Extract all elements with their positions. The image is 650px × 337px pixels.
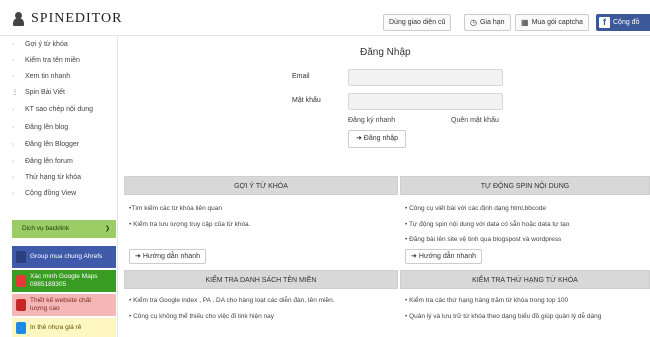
sidebar-item-post-blogger[interactable]: › Đăng lên Blogger [0, 138, 118, 152]
register-link[interactable]: Đăng ký nhanh [348, 117, 395, 124]
domain-bullet-2: • Công cụ không thể thiếu cho việc đi li… [129, 313, 275, 320]
buy-captcha-label: Mua gói captcha [531, 19, 583, 26]
keyword-bullet-1: •Tìm kiếm các từ khóa liên quan [129, 205, 222, 212]
sidebar-item-post-forum[interactable]: › Đăng lên forum [0, 155, 118, 169]
password-field[interactable] [348, 93, 503, 110]
logo-person-icon [12, 12, 25, 26]
login-button-label: Đăng nhập [363, 135, 399, 142]
ad-backlink-service[interactable]: Dịch vụ backlink ❯ [12, 220, 116, 238]
sidebar-item-label: Thứ hạng từ khóa [25, 174, 82, 181]
panel-domain-header: KIỂM TRA DANH SÁCH TÊN MIỀN [124, 270, 398, 289]
ad-web-line1: Thiết kế website chất [30, 297, 92, 304]
sidebar-item-quick-news[interactable]: › Xem tin nhanh [0, 70, 118, 84]
spin-bullet-3: • Đăng bài lên site vệ tinh qua blogspos… [405, 236, 562, 243]
forgot-password-link[interactable]: Quên mật khẩu [451, 117, 499, 124]
login-title: Đăng Nhập [360, 47, 411, 58]
arrow-right-icon: ➜ [411, 253, 417, 260]
ad-group-ahrefs[interactable]: Group mua chung Ahrefs [12, 246, 116, 268]
logo-text: SPINEDITOR [31, 11, 123, 26]
grid-icon: ▦ [521, 18, 529, 27]
sidebar-item-label: Xem tin nhanh [25, 73, 71, 80]
ad-plastic-card[interactable]: In thẻ nhựa giá rẻ [12, 318, 116, 337]
ad-maps-phone: 0985189305 [30, 281, 67, 288]
keyword-guide-button[interactable]: ➜ Hướng dẫn nhanh [129, 249, 206, 264]
ad-group-label: Group mua chung Ahrefs [30, 253, 103, 260]
guide-label: Hướng dẫn nhanh [418, 253, 476, 260]
logo[interactable]: SPINEDITOR [12, 11, 122, 27]
community-label: Cộng đồ [613, 19, 640, 26]
ad-google-maps[interactable]: Xác minh Google Maps 0985189305 [12, 270, 116, 292]
ad-web-line2: lượng cao [30, 305, 60, 312]
arrow-right-icon: ➜ [135, 253, 141, 260]
sidebar-item-label: Spin Bài Viết [25, 89, 65, 96]
panel-spin-header: TỰ ĐỘNG SPIN NỘI DUNG [400, 176, 650, 195]
sidebar-item-spin[interactable]: ⋮ Spin Bài Viết [0, 86, 118, 100]
spin-bullet-2: • Tự động spin nội dung với data có sẵn … [405, 221, 570, 228]
old-ui-label: Dùng giao diện cũ [389, 19, 446, 26]
sidebar-item-keyword-rank[interactable]: › Thứ hạng từ khóa [0, 171, 118, 185]
sidebar-item-label: Cộng đồng View [25, 190, 77, 197]
extend-label: Gia hạn [479, 19, 505, 26]
website-icon [16, 299, 26, 311]
sidebar-item-label: Đăng lên Blogger [25, 141, 80, 148]
sidebar-item-label: Gợi ý từ khóa [25, 41, 68, 48]
sidebar-item-domain-check[interactable]: › Kiểm tra tên miền [0, 54, 118, 68]
sidebar-item-label: Đăng lên blog [25, 124, 69, 131]
login-button[interactable]: ➜ Đăng nhập [348, 130, 406, 148]
extend-button[interactable]: ◷ Gia hạn [464, 14, 511, 31]
sidebar: › Gợi ý từ khóa › Kiểm tra tên miền › Xem t… [0, 36, 118, 337]
guide-label: Hướng dẫn nhanh [142, 253, 200, 260]
sidebar-item-label: Đăng lên forum [25, 158, 73, 165]
spin-guide-button[interactable]: ➜ Hướng dẫn nhanh [405, 249, 482, 264]
sidebar-item-community-view[interactable]: › Cộng đồng View [0, 187, 118, 201]
sidebar-item-copy-check[interactable]: › KT sao chép nội dung [0, 103, 118, 117]
clock-icon: ◷ [470, 18, 477, 27]
facebook-icon: f [599, 17, 610, 28]
sidebar-item-post-blog[interactable]: › Đăng lên blog [0, 121, 118, 135]
buy-captcha-button[interactable]: ▦ Mua gói captcha [515, 14, 589, 31]
old-ui-button[interactable]: Dùng giao diện cũ [383, 14, 452, 31]
map-pin-icon [16, 275, 26, 287]
password-label: Mật khẩu [292, 97, 321, 104]
arrow-right-icon: ➜ [355, 135, 362, 142]
ad-website-design[interactable]: Thiết kế website chất lượng cao [12, 294, 116, 316]
panel-rank-header: KIỂM TRA THỨ HẠNG TỪ KHÓA [400, 270, 650, 289]
group-icon [16, 251, 26, 263]
sidebar-item-label: Kiểm tra tên miền [25, 57, 80, 64]
email-field[interactable] [348, 69, 503, 86]
community-facebook-button[interactable]: f Cộng đồ [596, 14, 650, 31]
chevron-right-icon: ❯ [104, 226, 110, 232]
rank-bullet-2: • Quản lý và lưu trữ từ khóa theo dạng b… [405, 313, 602, 320]
card-icon [16, 322, 26, 334]
sidebar-item-keyword-suggest[interactable]: › Gợi ý từ khóa [0, 38, 118, 52]
domain-bullet-1: • Kiểm tra Google index , PA , DA cho hà… [129, 297, 335, 304]
ad-backlink-label: Dịch vụ backlink [22, 225, 69, 232]
email-label: Email [292, 73, 310, 80]
rank-bullet-1: • Kiểm tra các thứ hạng hàng trăm từ khó… [405, 297, 569, 304]
ad-print-label: In thẻ nhựa giá rẻ [30, 324, 82, 331]
top-bar: SPINEDITOR Dùng giao diện cũ ◷ Gia hạn ▦… [0, 0, 650, 36]
panel-keyword-header: GỢI Ý TỪ KHÓA [124, 176, 398, 195]
keyword-bullet-2: • Kiểm tra lưu lượng truy cập của từ khó… [129, 221, 251, 228]
spin-bullet-1: • Công cụ viết bài với các định dạng htm… [405, 205, 546, 212]
sidebar-item-label: KT sao chép nội dung [25, 106, 93, 113]
ad-maps-line1: Xác minh Google Maps [30, 273, 98, 280]
